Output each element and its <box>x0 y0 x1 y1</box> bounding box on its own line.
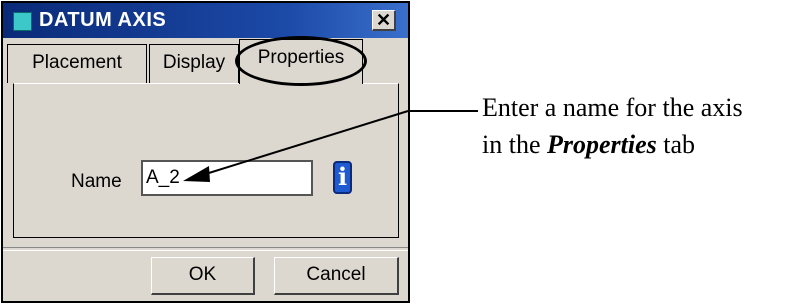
ok-button[interactable]: OK <box>151 257 255 295</box>
properties-tab-highlight-ellipse <box>235 36 367 86</box>
tab-placement[interactable]: Placement <box>7 44 147 83</box>
button-divider <box>3 247 408 251</box>
annotation-line-1: Enter a name for the axis <box>482 93 743 122</box>
name-input[interactable]: A_2 <box>141 160 313 196</box>
tab-display-label: Display <box>162 52 226 73</box>
close-button[interactable]: ✕ <box>372 10 396 31</box>
annotation-line-2-suffix: tab <box>656 130 696 159</box>
name-label: Name <box>71 171 122 192</box>
info-icon[interactable]: i <box>333 161 352 194</box>
tab-display[interactable]: Display <box>149 44 239 83</box>
dialog-title: DATUM AXIS <box>39 9 167 31</box>
tab-placement-label: Placement <box>32 52 122 73</box>
close-icon: ✕ <box>375 10 392 30</box>
annotation-line-2-prefix: in the <box>482 130 547 159</box>
info-glyph: i <box>337 162 348 191</box>
dialog-app-icon <box>13 12 32 31</box>
title-bar: DATUM AXIS ✕ <box>3 3 408 38</box>
annotation-line-2: in the Properties tab <box>482 130 695 160</box>
datum-axis-dialog: DATUM AXIS ✕ Placement Display Propertie… <box>1 1 410 303</box>
annotation-properties-emphasis: Properties <box>547 130 657 159</box>
cancel-button[interactable]: Cancel <box>274 257 399 295</box>
